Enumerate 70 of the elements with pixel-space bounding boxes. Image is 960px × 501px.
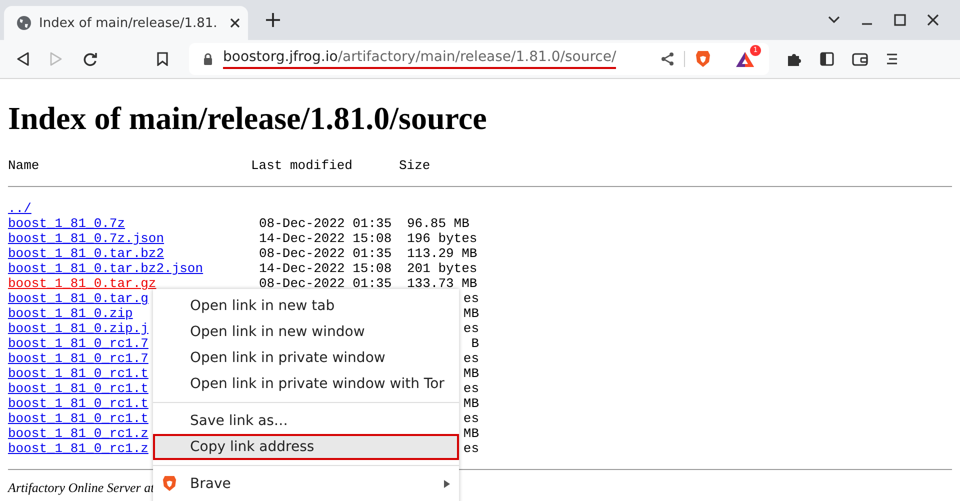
file-link[interactable]: boost_1_81_0.tar.bz2 bbox=[8, 246, 164, 261]
file-size: es bbox=[463, 381, 479, 396]
puzzle-icon[interactable] bbox=[787, 52, 802, 66]
lion-icon bbox=[162, 475, 177, 492]
file-size: 196 bytes bbox=[407, 231, 478, 246]
submenu-arrow-icon bbox=[444, 480, 450, 488]
file-size: es bbox=[463, 321, 479, 336]
file-size: MB bbox=[463, 366, 479, 381]
file-size: B bbox=[471, 336, 479, 351]
file-link[interactable]: boost_1_81_0.tar.g bbox=[8, 291, 148, 306]
file-size: es bbox=[463, 441, 479, 456]
column-header: Last modified bbox=[251, 158, 354, 173]
share-icon[interactable] bbox=[661, 52, 674, 66]
sidebar-icon[interactable] bbox=[820, 52, 834, 66]
browser-tab[interactable]: Index of main/release/1.81. bbox=[4, 6, 248, 40]
file-size: es bbox=[463, 291, 479, 306]
tab-list-icon[interactable] bbox=[828, 16, 840, 24]
file-size: 133.73 MB bbox=[407, 276, 478, 291]
menu-item[interactable]: Save link as… bbox=[153, 408, 459, 434]
bookmark-icon[interactable] bbox=[157, 52, 168, 66]
menu-item[interactable]: Open link in private window with Tor bbox=[153, 371, 459, 397]
modified-date: 08-Dec-2022 01:35 bbox=[259, 216, 392, 231]
menu-item[interactable]: Open link in private window bbox=[153, 345, 459, 371]
menu-item[interactable]: Open link in new tab bbox=[153, 293, 459, 319]
file-link[interactable]: boost_1_81_0.7z bbox=[8, 216, 126, 231]
file-link[interactable]: boost_1_81_0_rc1.t bbox=[8, 411, 148, 426]
file-link[interactable]: boost_1_81_0.tar.gz bbox=[8, 276, 156, 291]
file-link[interactable]: boost_1_81_0_rc1.z bbox=[8, 426, 148, 441]
file-link[interactable]: boost_1_81_0.7z.json bbox=[8, 231, 164, 246]
file-size: MB bbox=[463, 306, 479, 321]
triangle-icon[interactable] bbox=[735, 50, 755, 68]
file-link[interactable]: ../ bbox=[8, 201, 32, 216]
file-size: es bbox=[463, 411, 479, 426]
menu-icon[interactable] bbox=[886, 53, 898, 65]
file-link[interactable]: boost_1_81_0.zip bbox=[8, 306, 133, 321]
modified-date: 08-Dec-2022 01:35 bbox=[259, 246, 392, 261]
menu-item[interactable]: Open link in new window bbox=[153, 319, 459, 345]
reload-icon[interactable] bbox=[83, 52, 97, 66]
file-link[interactable]: boost_1_81_0_rc1.t bbox=[8, 396, 148, 411]
file-link[interactable]: boost_1_81_0_rc1.t bbox=[8, 381, 148, 396]
column-header: Name bbox=[8, 158, 40, 173]
new-tab-icon[interactable] bbox=[266, 13, 280, 27]
file-size: MB bbox=[463, 426, 479, 441]
menu-item[interactable]: Copy link address bbox=[153, 434, 459, 460]
menu-item[interactable]: Brave bbox=[153, 471, 459, 497]
close-icon[interactable] bbox=[927, 14, 939, 26]
file-size: es bbox=[463, 351, 479, 366]
lock-icon bbox=[203, 53, 213, 65]
lion-icon[interactable] bbox=[695, 50, 711, 68]
page-title: Index of main/release/1.81.0/source bbox=[8, 100, 488, 137]
back-icon[interactable] bbox=[17, 52, 29, 66]
modified-date: 08-Dec-2022 01:35 bbox=[259, 276, 392, 291]
file-link[interactable]: boost_1_81_0_rc1.7 bbox=[8, 351, 148, 366]
file-size: 96.85 MB bbox=[407, 216, 470, 231]
url-text: boostorg.jfrog.io/artifactory/main/release/1.81.0/source/ bbox=[223, 49, 616, 69]
file-size: MB bbox=[463, 396, 479, 411]
maximize-icon[interactable] bbox=[894, 14, 906, 26]
column-header: Size bbox=[399, 158, 430, 173]
file-link[interactable]: boost_1_81_0.zip.j bbox=[8, 321, 148, 336]
modified-date: 14-Dec-2022 15:08 bbox=[259, 231, 392, 246]
close-tab-icon[interactable] bbox=[230, 18, 240, 28]
file-link[interactable]: boost_1_81_0_rc1.t bbox=[8, 366, 148, 381]
file-size: 113.29 MB bbox=[407, 246, 478, 261]
file-link[interactable]: boost_1_81_0.tar.bz2.json bbox=[8, 261, 204, 276]
file-link[interactable]: boost_1_81_0_rc1.7 bbox=[8, 336, 148, 351]
file-size: 201 bytes bbox=[407, 261, 478, 276]
modified-date: 14-Dec-2022 15:08 bbox=[259, 261, 392, 276]
file-link[interactable]: boost_1_81_0_rc1.z bbox=[8, 441, 148, 456]
globe-icon bbox=[16, 15, 32, 31]
wallet-icon[interactable] bbox=[852, 52, 868, 66]
